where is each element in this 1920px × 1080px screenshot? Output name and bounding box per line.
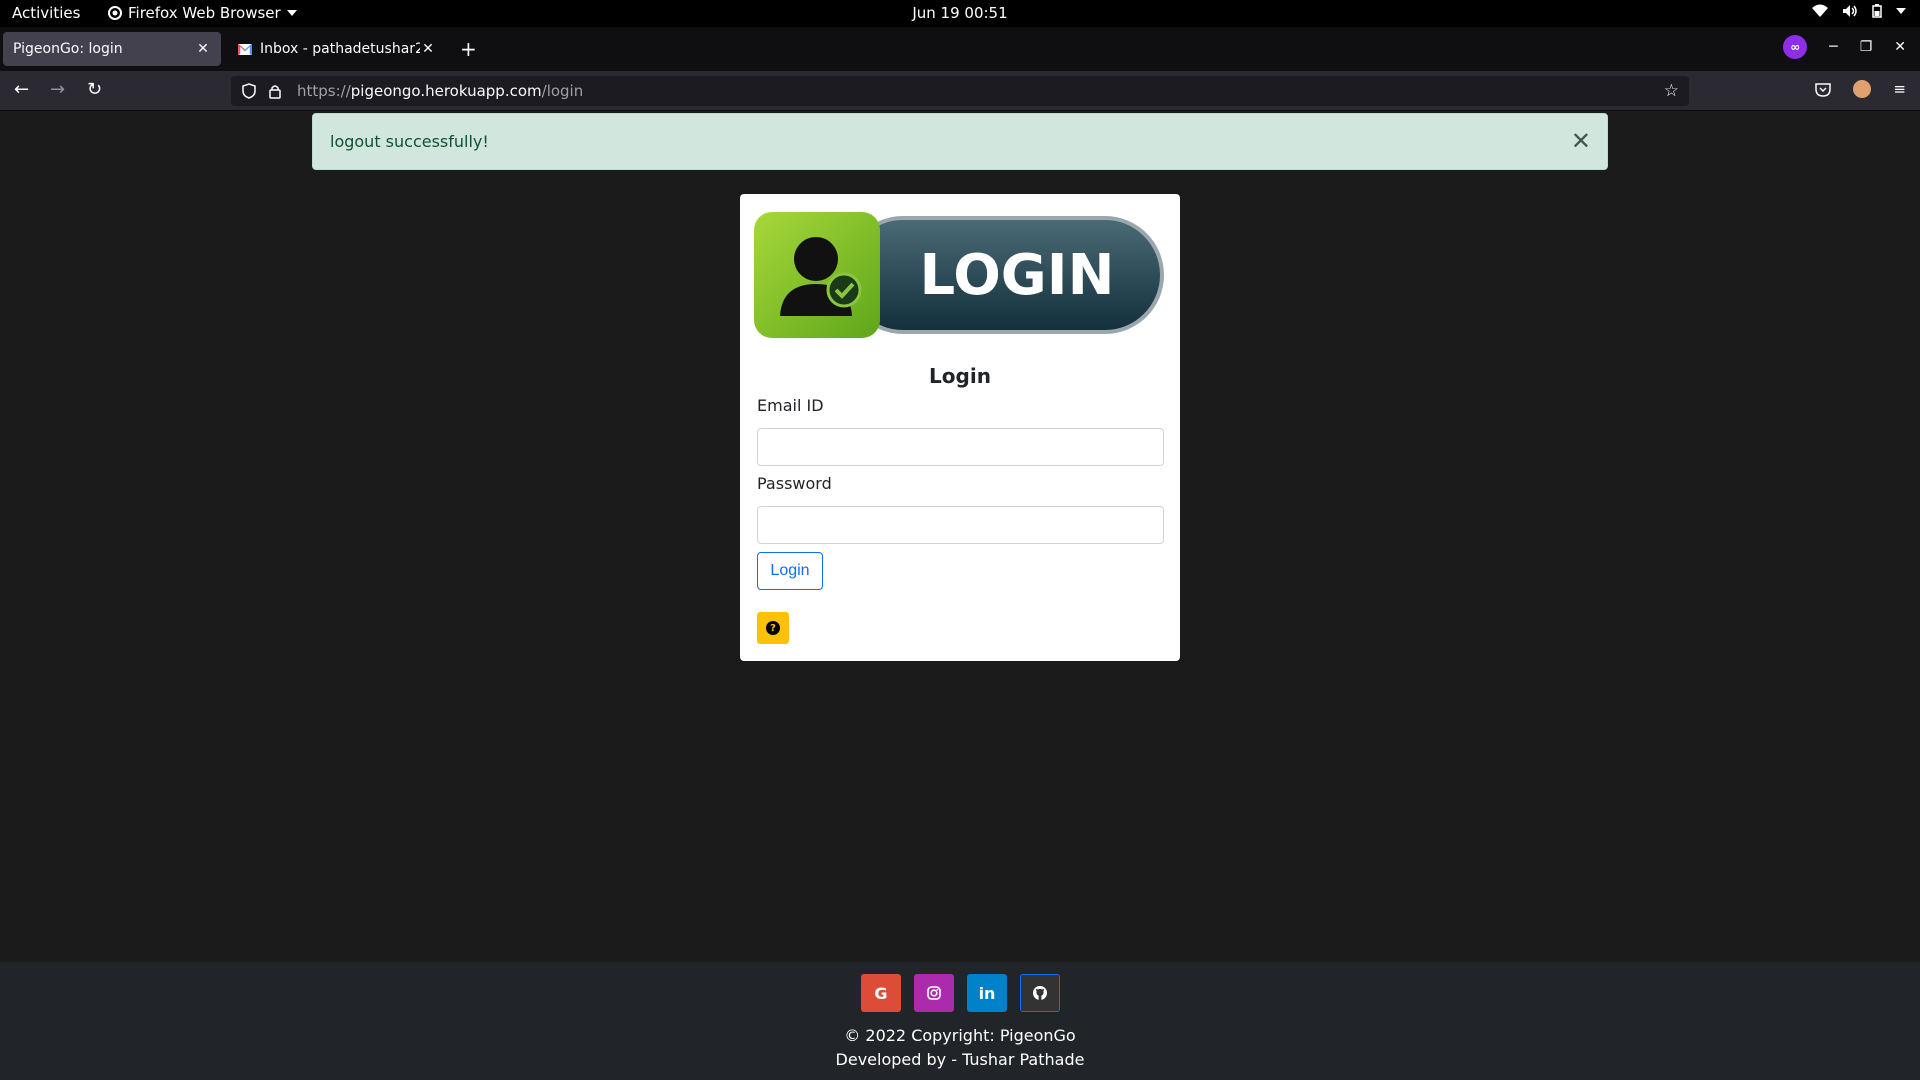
close-icon[interactable]: ✕	[195, 41, 211, 57]
email-label: Email ID	[757, 396, 824, 415]
alert-message: logout successfully!	[330, 132, 489, 151]
navigation-toolbar: ← → ↻ https://pigeongo.herokuapp.com/log…	[0, 71, 1920, 111]
new-tab-button[interactable]: +	[460, 37, 477, 61]
google-icon: G	[874, 983, 888, 1003]
toolbar-right: ≡	[1815, 80, 1906, 98]
forward-button[interactable]: →	[50, 79, 65, 100]
login-card: LOGIN Login Email ID Password Login ?	[740, 194, 1180, 661]
window-controls: ∞ ─ ❐ ✕	[1783, 35, 1906, 59]
volume-icon	[1843, 5, 1857, 17]
close-window-button[interactable]: ✕	[1894, 39, 1906, 55]
url-bar[interactable]: https://pigeongo.herokuapp.com/login ☆	[231, 76, 1689, 106]
copyright-text: © 2022 Copyright: PigeonGo	[844, 1026, 1076, 1045]
tab-strip: PigeonGo: login ✕ Inbox - pathadetushar2…	[0, 27, 1920, 71]
tab-inbox[interactable]: Inbox - pathadetushar2@ ✕	[228, 32, 446, 66]
question-circle-icon: ?	[766, 621, 780, 635]
password-field[interactable]	[757, 506, 1164, 544]
bookmark-star-icon[interactable]: ☆	[1664, 81, 1679, 101]
linkedin-button[interactable]: in	[967, 974, 1007, 1012]
google-button[interactable]: G	[861, 974, 901, 1012]
private-browsing-icon: ∞	[1783, 35, 1808, 59]
battery-icon	[1872, 4, 1882, 18]
social-links: G in	[861, 974, 1060, 1012]
tab-pigeongo-login[interactable]: PigeonGo: login ✕	[3, 32, 221, 66]
tab-title: PigeonGo: login	[13, 41, 123, 57]
clock[interactable]: Jun 19 00:51	[0, 4, 1920, 22]
developer-credit: Developed by - Tushar Pathade	[835, 1050, 1085, 1069]
github-button[interactable]	[1020, 974, 1060, 1012]
account-avatar-icon[interactable]	[1853, 80, 1872, 98]
wifi-icon	[1812, 4, 1828, 17]
linkedin-icon: in	[978, 983, 996, 1003]
back-button[interactable]: ←	[14, 79, 29, 100]
url-text: https://pigeongo.herokuapp.com/login	[297, 82, 584, 100]
pocket-icon[interactable]	[1815, 82, 1832, 97]
github-icon	[1033, 986, 1047, 1000]
lock-icon[interactable]	[267, 84, 283, 99]
reload-button[interactable]: ↻	[87, 79, 102, 100]
svg-text:LOGIN: LOGIN	[920, 243, 1115, 308]
success-alert: logout successfully! ✕	[312, 113, 1608, 170]
instagram-button[interactable]	[914, 974, 954, 1012]
instagram-icon	[927, 986, 941, 1000]
alert-close-button[interactable]: ✕	[1571, 129, 1591, 153]
chevron-down-icon	[1896, 8, 1906, 14]
page-content: logout successfully! ✕ LOGIN Login Email…	[0, 111, 1920, 962]
login-logo-image: LOGIN	[754, 212, 1164, 338]
gmail-icon	[238, 43, 252, 55]
close-icon[interactable]: ✕	[420, 41, 436, 57]
login-button[interactable]: Login	[757, 552, 823, 590]
email-field[interactable]	[757, 428, 1164, 466]
login-heading: Login	[929, 364, 991, 388]
system-top-bar: Activities Firefox Web Browser Jun 19 00…	[0, 0, 1920, 27]
tracking-protection-icon[interactable]	[241, 83, 257, 99]
password-label: Password	[757, 474, 832, 493]
minimize-button[interactable]: ─	[1829, 39, 1837, 55]
tab-title: Inbox - pathadetushar2@	[260, 41, 420, 57]
restore-button[interactable]: ❐	[1860, 39, 1873, 55]
hamburger-menu-icon[interactable]: ≡	[1893, 80, 1906, 98]
system-tray[interactable]	[1812, 4, 1906, 18]
help-button[interactable]: ?	[757, 612, 789, 644]
footer: G in © 2022 Copyright: PigeonGo Develope…	[0, 962, 1920, 1080]
